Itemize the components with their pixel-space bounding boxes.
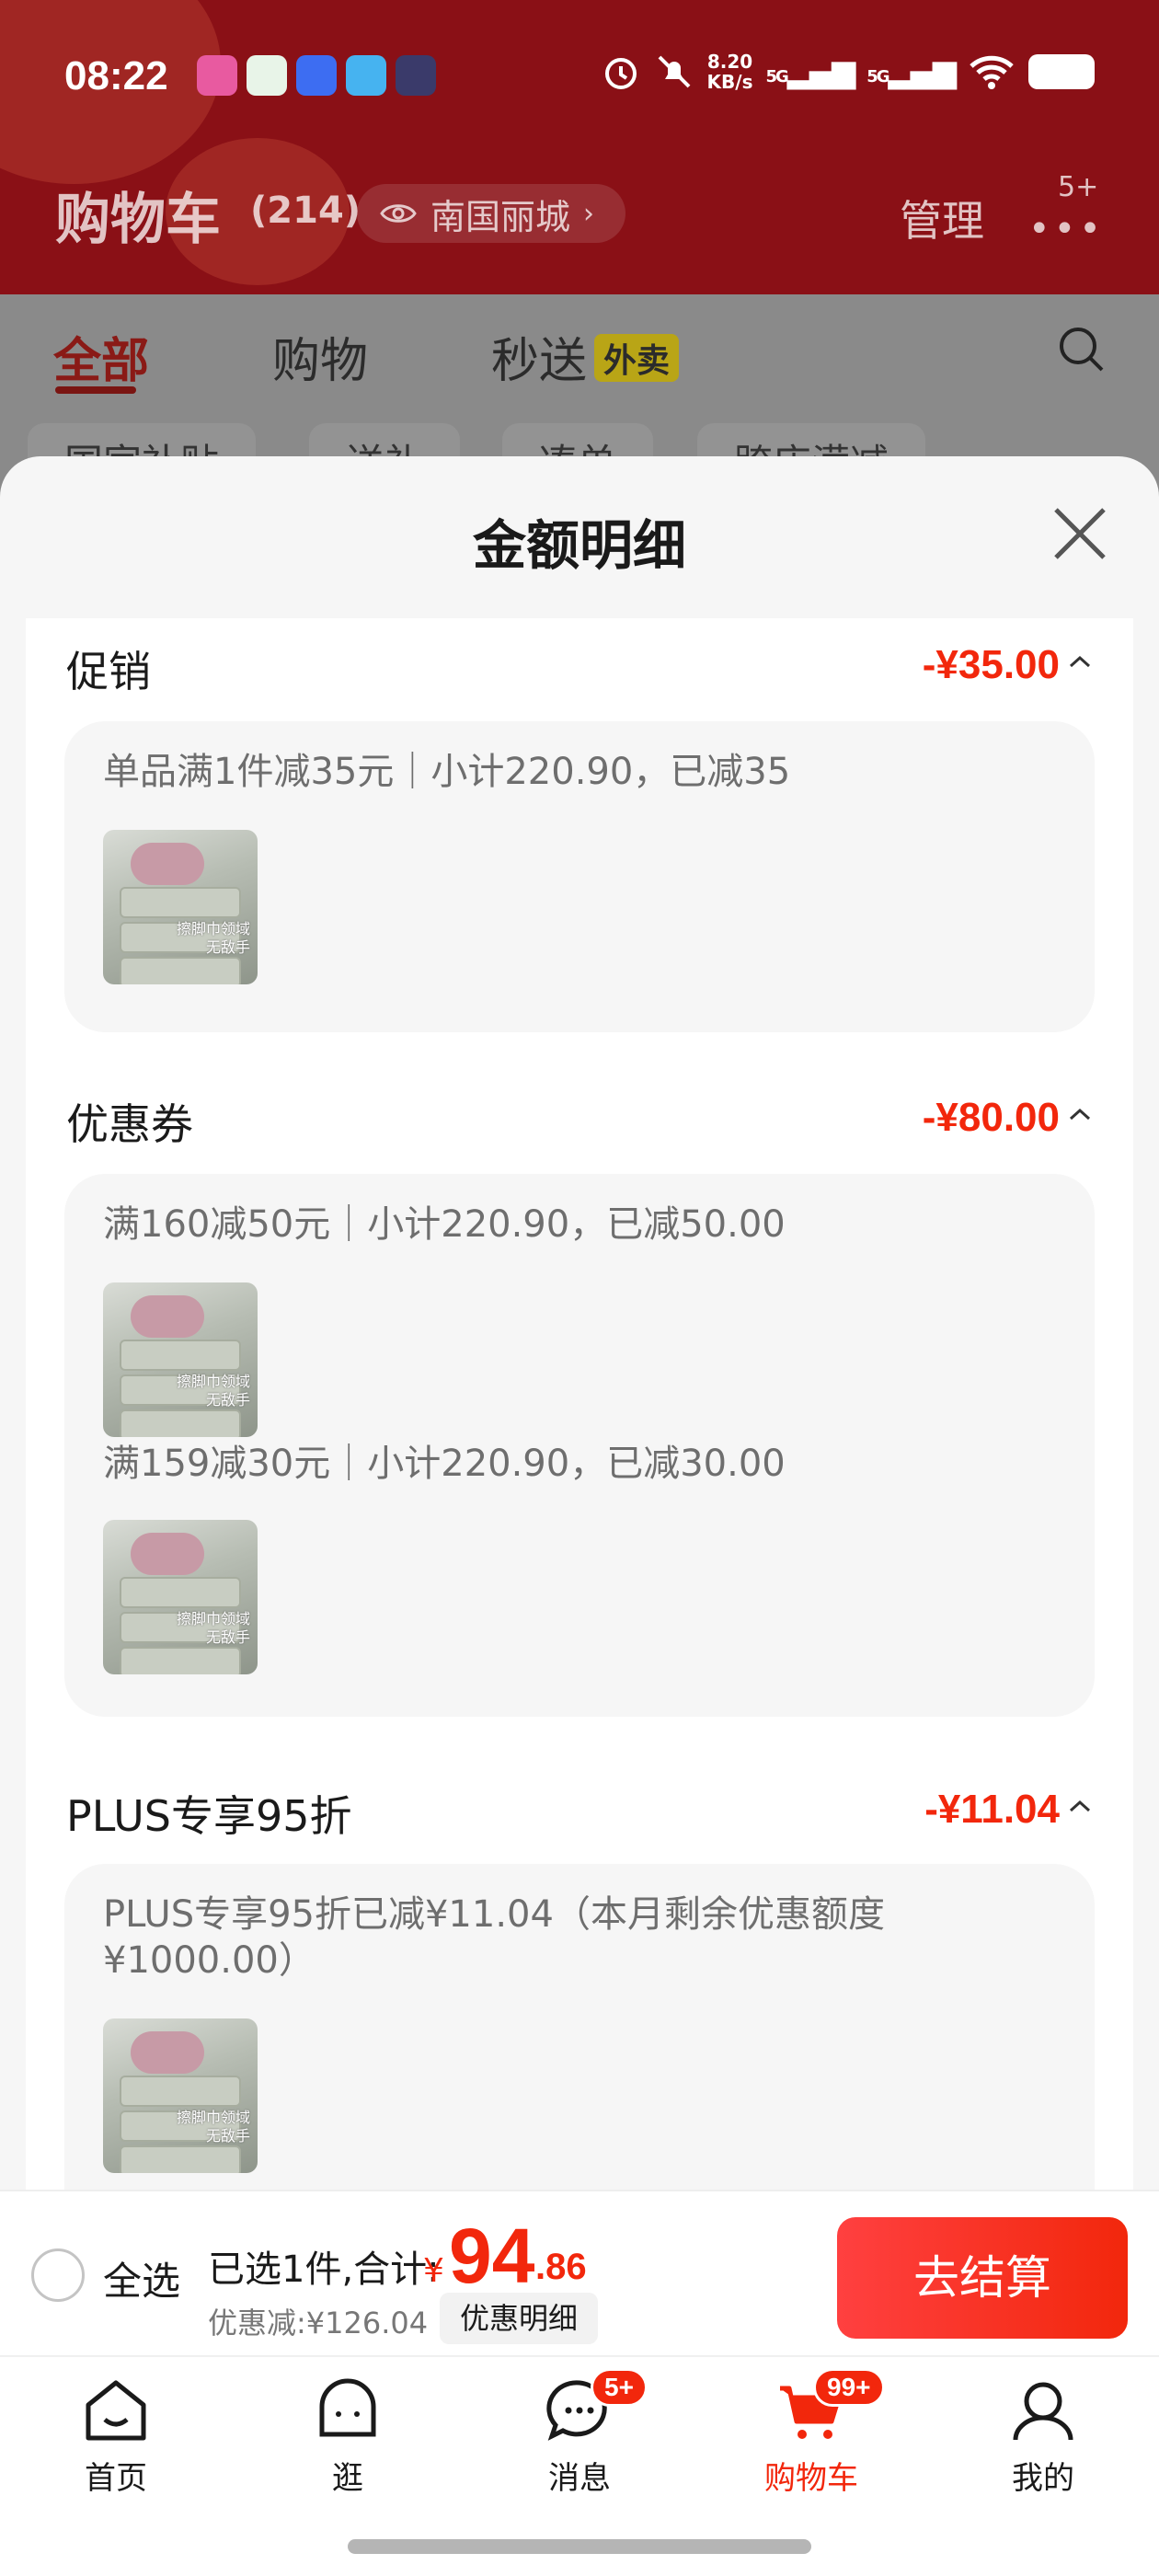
detail-list: 促销 -¥35.00 单品满1件减35元｜小计220.90，已减35 擦脚巾领域… <box>26 618 1133 2190</box>
product-thumbnail[interactable]: 擦脚巾领域 无敌手 <box>103 1520 258 1674</box>
signal-5g-icon: 5G▂▄▆ <box>765 53 855 90</box>
app-notification-icon <box>396 55 436 96</box>
detail-line: 满160减50元｜小计220.90，已减50.00 <box>103 1203 786 1246</box>
sheet-title: 金额明细 <box>472 514 686 577</box>
more-badge: 5+ <box>1058 171 1099 203</box>
product-image-caption: 擦脚巾领域 无敌手 <box>176 920 250 956</box>
alarm-icon <box>604 58 637 89</box>
nav-label: 我的 <box>1012 2460 1074 2497</box>
status-bar: 08:22 8.20 KB/s 5G▂▄▆ 5G▂▄▆ <box>0 37 1159 120</box>
section-header-coupon[interactable]: 优惠券 -¥80.00 <box>66 1091 1093 1156</box>
select-all-label[interactable]: 全选 <box>103 2250 180 2306</box>
product-image <box>131 843 204 885</box>
product-thumbnail[interactable]: 擦脚巾领域 无敌手 <box>103 830 258 984</box>
promotion-card: 单品满1件减35元｜小计220.90，已减35 擦脚巾领域 无敌手 <box>64 721 1095 1032</box>
chevron-up-icon <box>1069 1108 1091 1121</box>
detail-line: 单品满1件减35元｜小计220.90，已减35 <box>103 751 791 793</box>
nav-label: 购物车 <box>764 2460 858 2497</box>
manage-button[interactable]: 管理 <box>900 188 984 248</box>
section-amount: -¥35.00 <box>922 642 1060 687</box>
app-notification-icon <box>296 55 337 96</box>
section-name: 优惠券 <box>66 1099 193 1149</box>
section-amount: -¥80.00 <box>922 1095 1060 1140</box>
cart-header: 08:22 8.20 KB/s 5G▂▄▆ 5G▂▄▆ 购物车 (214) 南国丽… <box>0 0 1159 294</box>
close-icon[interactable] <box>1049 502 1111 565</box>
signal-5g-icon: 5G▂▄▆ <box>866 53 957 90</box>
product-image <box>131 1533 204 1575</box>
price-currency: ¥ <box>423 2252 444 2290</box>
nav-item-home[interactable]: 首页 <box>42 2374 189 2498</box>
discount-detail-button[interactable]: 优惠明细 <box>440 2293 599 2344</box>
mute-icon <box>658 55 690 88</box>
page-title: 购物车 <box>55 188 221 252</box>
nav-label: 首页 <box>85 2460 147 2497</box>
nav-item-browse[interactable]: 逛 <box>274 2374 421 2498</box>
cart-tabs: 全部 购物 秒送 外卖 <box>0 304 1159 405</box>
product-image <box>131 2031 204 2074</box>
product-thumbnail[interactable]: 擦脚巾领域 无敌手 <box>103 2018 258 2173</box>
wifi-icon <box>970 55 1014 89</box>
plus-card: PLUS专享95折已减¥11.04（本月剩余优惠额度 ¥1000.00） 擦脚巾… <box>64 1864 1095 2190</box>
message-badge: 5+ <box>591 2368 648 2407</box>
section-amount: -¥11.04 <box>924 1787 1060 1832</box>
detail-line: ¥1000.00） <box>103 1939 316 1982</box>
nav-label: 消息 <box>548 2460 611 2497</box>
chevron-up-icon <box>1069 1800 1091 1812</box>
network-rate: 8.20 KB/s <box>706 51 753 93</box>
section-header-plus[interactable]: PLUS专享95折 -¥11.04 <box>66 1783 1093 1847</box>
chevron-right-icon: › <box>583 197 595 230</box>
nav-item-cart[interactable]: 购物车 99+ <box>738 2368 885 2498</box>
tab-shopping[interactable]: 购物 <box>272 322 368 391</box>
status-time: 08:22 <box>64 53 168 98</box>
select-all-checkbox[interactable] <box>31 2248 85 2302</box>
eye-icon <box>380 204 417 223</box>
location-label: 南国丽城 <box>430 196 571 237</box>
nav-item-profile[interactable]: 我的 <box>970 2374 1117 2498</box>
status-app-icons <box>197 55 436 96</box>
selection-summary: 已选1件,合计: <box>208 2248 440 2291</box>
cart-badge: 99+ <box>813 2368 885 2407</box>
battery-icon <box>1028 54 1095 89</box>
cart-count: (214) <box>250 190 361 232</box>
product-image-caption: 擦脚巾领域 无敌手 <box>176 2109 250 2145</box>
tab-all[interactable]: 全部 <box>53 322 149 391</box>
home-icon <box>86 2380 146 2441</box>
detail-line: PLUS专享95折已减¥11.04（本月剩余优惠额度 <box>103 1893 885 1936</box>
tab-instant[interactable]: 秒送 外卖 <box>491 322 680 391</box>
location-selector[interactable]: 南国丽城 › <box>357 184 626 243</box>
product-image-caption: 擦脚巾领域 无敌手 <box>176 1610 250 1646</box>
profile-icon <box>1013 2382 1073 2441</box>
status-right: 8.20 KB/s 5G▂▄▆ 5G▂▄▆ <box>601 52 1095 92</box>
product-thumbnail[interactable]: 擦脚巾领域 无敌手 <box>103 1282 258 1437</box>
tab-underline <box>55 386 136 394</box>
browse-icon <box>319 2378 376 2437</box>
product-image <box>131 1295 204 1338</box>
app-notification-icon <box>346 55 386 96</box>
home-indicator[interactable] <box>348 2539 811 2554</box>
coupon-card: 满160减50元｜小计220.90，已减50.00 擦脚巾领域 无敌手 满159减… <box>64 1174 1095 1717</box>
chevron-up-icon <box>1069 655 1091 668</box>
section-name: PLUS专享95折 <box>66 1791 352 1841</box>
checkout-button[interactable]: 去结算 <box>837 2217 1128 2339</box>
app-notification-icon <box>197 55 237 96</box>
discount-total: 优惠减:¥126.04 <box>208 2306 429 2340</box>
section-name: 促销 <box>66 647 151 696</box>
waimai-badge: 外卖 <box>594 334 680 382</box>
detail-line: 满159减30元｜小计220.90，已减30.00 <box>103 1443 786 1485</box>
nav-label: 逛 <box>332 2460 363 2497</box>
amount-detail-sheet: 金额明细 促销 -¥35.00 单品满1件减35元｜小计220.90，已减35 … <box>0 456 1159 2190</box>
checkout-bar: 全选 已选1件,合计: ¥ 94 .86 优惠减:¥126.04 优惠明细 去结… <box>0 2190 1159 2355</box>
search-icon[interactable] <box>1056 324 1107 375</box>
price-decimal: .86 <box>535 2247 587 2287</box>
product-image-caption: 擦脚巾领域 无敌手 <box>176 1373 250 1409</box>
price-integer: 94 <box>449 2213 535 2299</box>
section-header-promotion[interactable]: 促销 -¥35.00 <box>66 638 1093 703</box>
more-icon[interactable]: ••• <box>1028 208 1105 250</box>
app-notification-icon <box>247 55 287 96</box>
nav-item-messages[interactable]: 消息 5+ <box>506 2368 653 2498</box>
